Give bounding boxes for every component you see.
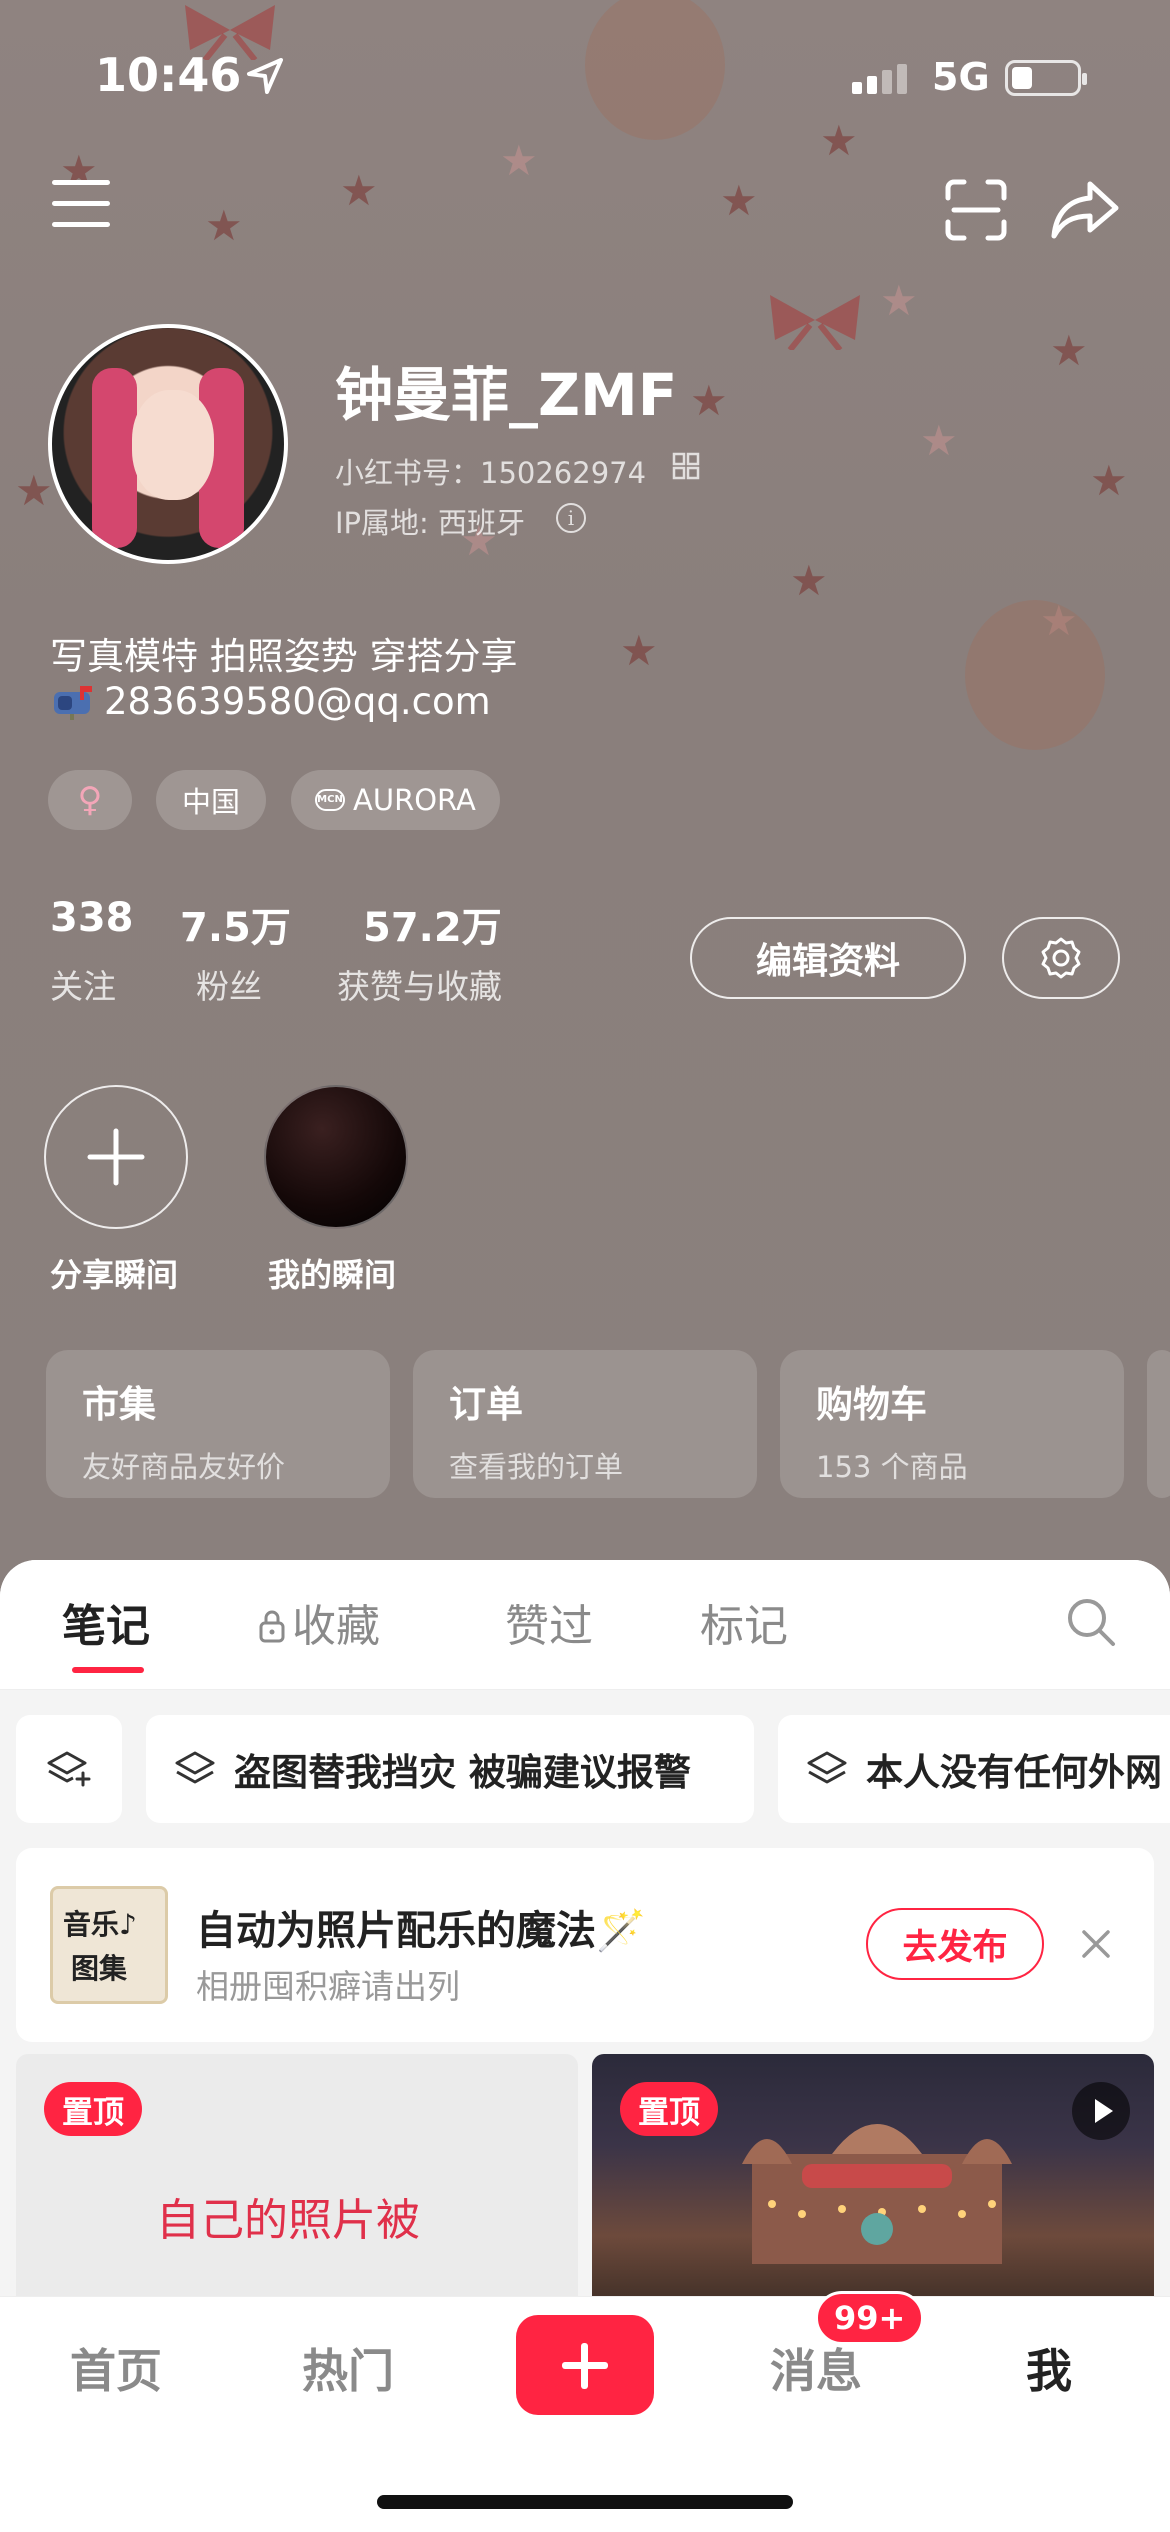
message-count-badge: 99+: [815, 2291, 925, 2345]
content-tabs: 笔记 收藏 赞过 标记: [0, 1560, 1170, 1690]
orders-subtitle: 查看我的订单: [449, 1450, 624, 1484]
share-icon[interactable]: [1050, 178, 1120, 242]
promo-subtitle: 相册囤积癖请出列: [196, 1967, 460, 2006]
bottom-navigation: 首页 热门 消息 99+ 我: [0, 2291, 1170, 2532]
star-decoration: ★: [790, 556, 828, 605]
location-arrow-icon: [247, 58, 283, 94]
pinned-badge: 置顶: [44, 2082, 142, 2136]
orders-card[interactable]: 订单 查看我的订单: [413, 1350, 757, 1498]
note-card[interactable]: 置顶: [592, 2054, 1154, 2314]
collection-chip-label: 本人没有任何外网: [866, 1751, 1162, 1794]
avatar[interactable]: [48, 324, 288, 564]
following-count[interactable]: 338: [50, 895, 134, 941]
market-title: 市集: [82, 1383, 156, 1426]
star-decoration: ★: [15, 466, 53, 515]
home-indicator: [377, 2495, 793, 2509]
note-cover-text: 自己的照片被: [156, 2195, 420, 2246]
cart-subtitle: 153 个商品: [816, 1450, 968, 1484]
nav-home[interactable]: 首页: [70, 2335, 162, 2401]
nav-me[interactable]: 我: [1026, 2335, 1072, 2401]
clock-time: 10:46: [95, 48, 242, 102]
note-card[interactable]: 置顶 自己的照片被: [16, 2054, 578, 2314]
my-moment-label[interactable]: 我的瞬间: [268, 1250, 396, 1296]
add-collection-chip[interactable]: [16, 1715, 122, 1823]
star-decoration: ★: [1090, 456, 1128, 505]
pinned-badge: 置顶: [620, 2082, 718, 2136]
network-type: 5G: [932, 55, 990, 99]
mcn-icon: MCN: [315, 789, 345, 811]
region-tag: 中国: [156, 770, 266, 830]
scan-icon[interactable]: [944, 178, 1008, 242]
star-decoration: ★: [620, 626, 658, 675]
layers-icon: [175, 1751, 215, 1784]
star-decoration: ★: [340, 166, 378, 215]
star-decoration: ★: [690, 376, 728, 425]
orders-title: 订单: [449, 1383, 523, 1426]
more-card[interactable]: [1147, 1350, 1170, 1498]
market-card[interactable]: 市集 友好商品友好价: [46, 1350, 390, 1498]
play-icon: [1072, 2082, 1130, 2140]
qr-code-icon[interactable]: [672, 452, 700, 480]
menu-icon[interactable]: [52, 180, 114, 232]
redbook-id: 小红书号：150262974: [335, 456, 647, 490]
status-bar: 10:46 5G: [0, 0, 1170, 150]
cart-card[interactable]: 购物车 153 个商品: [780, 1350, 1124, 1498]
info-icon[interactable]: i: [556, 503, 586, 533]
followers-label[interactable]: 粉丝: [196, 960, 262, 1008]
bio-email: 283639580@qq.com: [104, 680, 491, 723]
cart-title: 购物车: [816, 1383, 927, 1426]
share-moment-button[interactable]: [44, 1085, 188, 1229]
bio-email-line: 283639580@qq.com: [50, 680, 491, 723]
settings-button[interactable]: [1002, 917, 1120, 999]
promo-title: 自动为照片配乐的魔法🪄: [196, 1908, 646, 1954]
active-tab-indicator: [72, 1667, 144, 1673]
castle-photo: [742, 2124, 1012, 2264]
create-post-button[interactable]: [516, 2315, 654, 2415]
battery-icon: [1005, 60, 1087, 96]
edit-profile-button[interactable]: 编辑资料: [690, 917, 966, 999]
layers-icon: [807, 1751, 847, 1784]
ribbon-decoration: [770, 295, 860, 350]
star-decoration: ★: [920, 416, 958, 465]
bio-text: 写真模特 拍照姿势 穿搭分享: [50, 635, 518, 678]
mcn-tag[interactable]: MCN AURORA: [291, 770, 500, 830]
tab-likes[interactable]: 赞过: [505, 1590, 593, 1654]
tab-notes[interactable]: 笔记: [62, 1590, 150, 1654]
cellular-signal-icon: [852, 64, 907, 94]
mailbox-icon: [54, 686, 92, 720]
collection-chip[interactable]: 盗图替我挡灾 被骗建议报警: [146, 1715, 754, 1823]
followers-count[interactable]: 7.5万: [180, 895, 291, 953]
collection-chip[interactable]: 本人没有任何外网: [778, 1715, 1170, 1823]
close-icon[interactable]: [1076, 1924, 1116, 1964]
search-icon[interactable]: [1065, 1596, 1117, 1648]
plus-icon: [87, 1128, 145, 1186]
following-label[interactable]: 关注: [50, 960, 116, 1008]
market-subtitle: 友好商品友好价: [82, 1450, 286, 1484]
bear-decoration: [965, 600, 1105, 750]
lock-icon: [259, 1610, 285, 1643]
share-moment-label[interactable]: 分享瞬间: [50, 1250, 178, 1296]
likes-label[interactable]: 获赞与收藏: [337, 960, 502, 1008]
star-decoration: ★: [205, 201, 243, 250]
promo-banner[interactable]: 音乐♪ 图集 自动为照片配乐的魔法🪄 相册囤积癖请出列 去发布: [16, 1848, 1154, 2042]
star-decoration: ★: [1050, 326, 1088, 375]
music-album-thumbnail: 音乐♪ 图集: [50, 1886, 168, 2004]
female-icon: ♀: [77, 780, 103, 820]
star-decoration: ★: [720, 176, 758, 225]
collection-chips: 盗图替我挡灾 被骗建议报警 本人没有任何外网: [0, 1715, 1170, 1823]
likes-count[interactable]: 57.2万: [363, 895, 502, 953]
star-decoration: ★: [880, 276, 918, 325]
collection-chip-label: 盗图替我挡灾 被骗建议报警: [234, 1751, 691, 1794]
nav-hot[interactable]: 热门: [302, 2335, 394, 2401]
gender-tag: ♀: [48, 770, 132, 830]
my-moment-thumbnail[interactable]: [264, 1085, 408, 1229]
ip-location: IP属地: 西班牙: [335, 506, 526, 540]
add-layers-icon: [47, 1751, 91, 1787]
publish-button[interactable]: 去发布: [866, 1908, 1044, 1980]
username: 钟曼菲_ZMF: [335, 361, 678, 429]
tab-collections[interactable]: 收藏: [258, 1590, 380, 1654]
tab-marks[interactable]: 标记: [700, 1590, 788, 1654]
gear-icon: [1041, 937, 1081, 979]
